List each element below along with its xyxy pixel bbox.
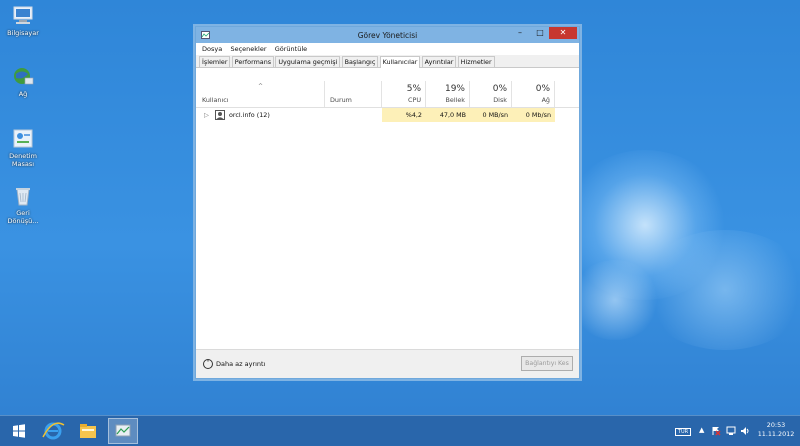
desktop-icon-network[interactable]: Ağ: [4, 66, 42, 98]
taskbar: TUR ▲ 20:53 11.11.2012: [0, 415, 800, 446]
start-button[interactable]: [4, 418, 34, 444]
chevron-up-icon: ˄: [203, 359, 213, 369]
users-table: ^ Kullanıcı Durum 5% CPU 19% Bellek 0% D…: [196, 81, 579, 122]
table-row[interactable]: ▷ orcl.info (12) %4,2 47,0 MB 0 MB/sn 0 …: [196, 108, 579, 122]
tab-services[interactable]: Hizmetler: [457, 56, 495, 67]
disk-value: 0 MB/sn: [470, 108, 512, 122]
fewer-details-button[interactable]: ˄ Daha az ayrıntı: [203, 359, 265, 369]
network-icon: [11, 66, 35, 88]
sort-caret-icon: ^: [258, 83, 264, 90]
desktop-icon-control-panel[interactable]: Denetim Masası: [4, 128, 42, 168]
computer-icon: [11, 5, 35, 27]
keyboard-language-indicator[interactable]: TUR: [675, 428, 691, 436]
system-clock[interactable]: 20:53 11.11.2012: [756, 421, 796, 439]
desktop-icon-computer[interactable]: Bilgisayar: [4, 5, 42, 37]
tab-details[interactable]: Ayrıntılar: [421, 56, 457, 67]
network-value: 0 Mb/sn: [512, 108, 555, 122]
footer-bar: ˄ Daha az ayrıntı Bağlantıyı Kes: [196, 349, 579, 378]
wallpaper-flower-3: [570, 260, 660, 340]
desktop-icon-label: Bilgisayar: [7, 29, 39, 37]
tab-app-history[interactable]: Uygulama geçmişi: [275, 56, 341, 67]
maximize-button[interactable]: □: [531, 27, 549, 39]
cpu-value: %4,2: [382, 108, 426, 122]
menu-options[interactable]: Seçenekler: [230, 45, 266, 53]
desktop-icon-label: Geri: [16, 209, 30, 217]
network-status-icon[interactable]: [726, 426, 736, 436]
wallpaper-flower: [560, 150, 730, 300]
show-hidden-icons-icon[interactable]: ▲: [699, 426, 704, 436]
task-manager-window: Görev Yöneticisi – □ ✕ Dosya Seçenekler …: [195, 26, 580, 379]
tab-startup[interactable]: Başlangıç: [341, 56, 379, 67]
taskbar-internet-explorer[interactable]: [38, 418, 68, 444]
action-center-icon[interactable]: [711, 426, 721, 436]
menu-file[interactable]: Dosya: [202, 45, 222, 53]
volume-icon[interactable]: [740, 426, 750, 436]
taskbar-file-explorer[interactable]: [73, 418, 103, 444]
memory-value: 47,0 MB: [426, 108, 470, 122]
tab-users[interactable]: Kullanıcılar: [379, 56, 421, 68]
clock-time: 20:53: [766, 421, 786, 429]
column-header-cpu[interactable]: 5% CPU: [382, 81, 426, 107]
title-bar[interactable]: Görev Yöneticisi – □ ✕: [196, 27, 579, 43]
column-header-network[interactable]: 0% Ağ: [512, 81, 555, 107]
user-avatar-icon: [215, 110, 225, 120]
wallpaper-flower-2: [640, 230, 800, 350]
column-header-disk[interactable]: 0% Disk: [470, 81, 512, 107]
desktop-icon-label: Denetim: [9, 152, 37, 160]
column-header-status[interactable]: Durum: [324, 81, 382, 107]
expand-arrow-icon[interactable]: ▷: [204, 108, 209, 122]
recycle-bin-icon: [11, 185, 35, 207]
desktop-icon-label: Dönüşü...: [7, 217, 39, 225]
taskbar-task-manager[interactable]: [108, 418, 138, 444]
control-panel-icon: [11, 128, 35, 150]
desktop-icon-label: Ağ: [18, 90, 28, 98]
desktop-icon-label: Masası: [11, 160, 35, 168]
folder-icon: [80, 424, 96, 438]
menu-view[interactable]: Görüntüle: [275, 45, 307, 53]
task-manager-icon: [115, 424, 131, 437]
disconnect-button[interactable]: Bağlantıyı Kes: [521, 356, 573, 371]
desktop-icon-recycle-bin[interactable]: Geri Dönüşü...: [4, 185, 42, 225]
tab-processes[interactable]: İşlemler: [199, 56, 231, 67]
tab-performance[interactable]: Performans: [231, 56, 275, 67]
clock-date: 11.11.2012: [757, 430, 795, 438]
menu-bar: Dosya Seçenekler Görüntüle: [196, 43, 579, 55]
internet-explorer-icon: [42, 422, 65, 440]
column-header-memory[interactable]: 19% Bellek: [426, 81, 470, 107]
windows-logo-icon: [13, 424, 25, 438]
tab-strip: İşlemler Performans Uygulama geçmişi Baş…: [196, 55, 579, 68]
user-name: orcl.info (12): [229, 111, 270, 119]
close-button[interactable]: ✕: [549, 27, 577, 39]
column-header-user[interactable]: ^ Kullanıcı: [196, 81, 325, 107]
minimize-button[interactable]: –: [511, 27, 529, 39]
table-header: ^ Kullanıcı Durum 5% CPU 19% Bellek 0% D…: [196, 81, 579, 108]
